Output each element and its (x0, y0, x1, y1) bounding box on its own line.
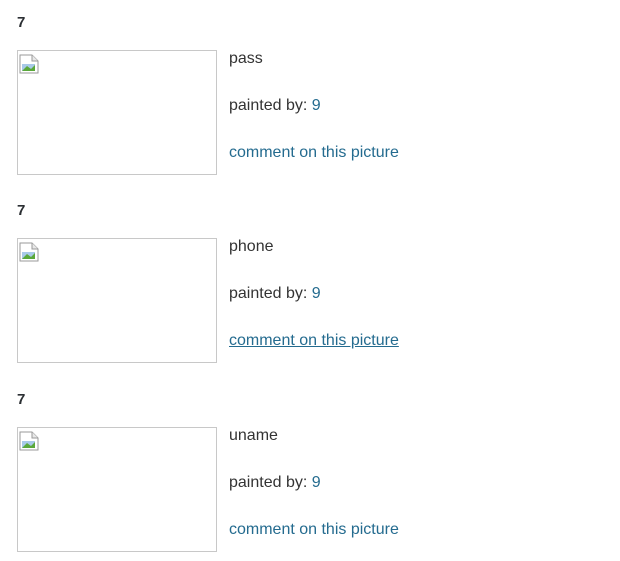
comment-link[interactable]: comment on this picture (229, 521, 399, 539)
painted-by-label: painted by: (229, 285, 312, 302)
painter-link[interactable]: 9 (312, 285, 321, 302)
page: { "entries": [ { "heading": "7", "title"… (0, 0, 620, 561)
picture-title: phone (229, 238, 274, 255)
painted-by-line: painted by: 9 (229, 97, 321, 115)
painted-by-line: painted by: 9 (229, 285, 321, 303)
picture-thumbnail[interactable] (17, 50, 217, 175)
painted-by-line: painted by: 9 (229, 474, 321, 492)
broken-image-icon (19, 431, 39, 451)
comment-link[interactable]: comment on this picture (229, 332, 399, 350)
picture-title: uname (229, 427, 278, 444)
picture-entry: 7 uname painted by: 9 comment on this pi… (17, 391, 607, 552)
broken-image-icon (19, 242, 39, 262)
entry-heading: 7 (17, 202, 26, 219)
picture-thumbnail[interactable] (17, 238, 217, 363)
picture-entry: 7 pass painted by: 9 comment on this pic… (17, 14, 607, 175)
picture-thumbnail[interactable] (17, 427, 217, 552)
painter-link[interactable]: 9 (312, 474, 321, 491)
picture-entry: 7 phone painted by: 9 comment on this pi… (17, 202, 607, 363)
comment-link[interactable]: comment on this picture (229, 144, 399, 162)
picture-title: pass (229, 50, 263, 67)
entry-heading: 7 (17, 391, 26, 408)
painted-by-label: painted by: (229, 474, 312, 491)
painted-by-label: painted by: (229, 97, 312, 114)
entry-heading: 7 (17, 14, 26, 31)
painter-link[interactable]: 9 (312, 97, 321, 114)
broken-image-icon (19, 54, 39, 74)
